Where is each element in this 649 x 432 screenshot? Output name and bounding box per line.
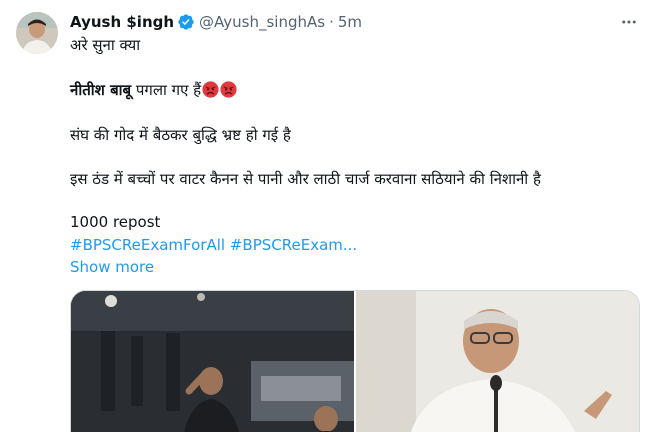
verified-badge-icon (178, 14, 194, 30)
media-photo-protest[interactable] (71, 291, 354, 432)
timestamp[interactable]: 5m (338, 13, 362, 31)
separator-dot: · (329, 13, 334, 31)
media-grid (70, 290, 640, 432)
post-text-line-2: नीतीश बाबू पगला गए हैं (70, 80, 237, 100)
author-name[interactable]: Ayush $ingh (70, 13, 174, 31)
post-text-line-1: अरे सुना क्या (70, 36, 141, 54)
post-text-rest: पगला गए हैं (131, 81, 202, 99)
tweet: Ayush $ingh @Ayush_singhAs · 5m अरे सुना… (0, 0, 649, 432)
protest-photo (71, 291, 354, 432)
post-text-line-3: संघ की गोद में बैठकर बुद्धि भ्रष्ट हो गई… (70, 126, 291, 144)
politician-photo (356, 291, 639, 432)
media-photo-politician[interactable] (356, 291, 639, 432)
angry-face-emoji-icon (220, 81, 237, 98)
more-dots-icon[interactable] (620, 13, 638, 31)
angry-face-emoji-icon (202, 81, 219, 98)
author-handle[interactable]: @Ayush_singhAs (199, 13, 325, 31)
avatar[interactable] (16, 12, 58, 54)
show-more-link[interactable]: Show more (70, 258, 154, 276)
post-text-line-4: इस ठंड में बच्चों पर वाटर कैनन से पानी औ… (70, 170, 541, 188)
post-text-line-5: 1000 repost (70, 213, 161, 231)
hashtags-link[interactable]: #BPSCReExamForAll #BPSCReExam... (70, 236, 357, 254)
post-text-bold: नीतीश बाबू (70, 81, 132, 99)
avatar-image (16, 12, 58, 54)
tweet-header: Ayush $ingh @Ayush_singhAs · 5m (70, 11, 362, 33)
